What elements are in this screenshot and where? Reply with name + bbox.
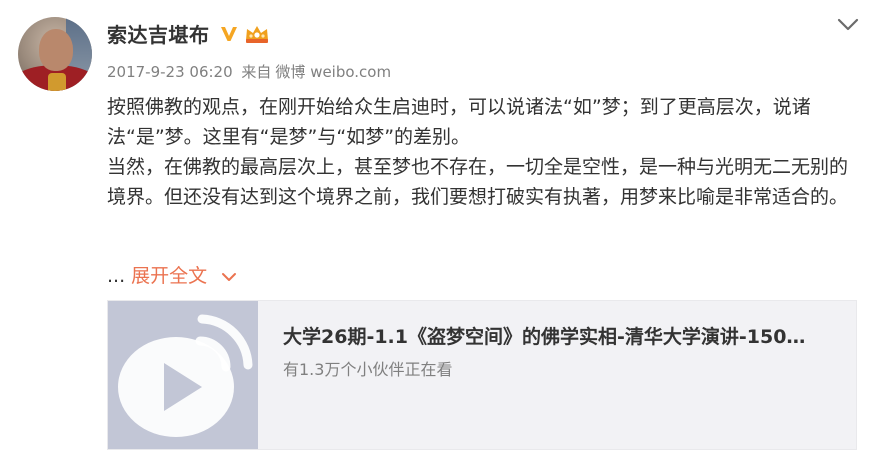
expand-row: ... 展开全文 — [107, 262, 237, 290]
ellipsis: ... — [107, 265, 126, 287]
avatar[interactable] — [18, 17, 92, 91]
chevron-down-icon — [222, 272, 237, 281]
post-meta: 2017-9-23 06:20 来自 微博 weibo.com — [107, 62, 395, 82]
video-card[interactable]: 大学26期-1.1《盗梦空间》的佛学实相-清华大学演讲-150… 有1.3万个小… — [107, 300, 857, 450]
verified-v-icon[interactable] — [220, 25, 238, 43]
post-paragraph: 当然，在佛教的最高层次上，甚至梦也不存在，一切全是空性，是一种与光明无二无别的境… — [107, 156, 849, 208]
weibo-video-play-icon — [118, 314, 253, 437]
source-prefix: 来自 — [241, 63, 272, 81]
video-thumbnail[interactable] — [108, 301, 258, 449]
timestamp[interactable]: 2017-9-23 06:20 — [107, 63, 233, 81]
post-paragraph: 按照佛教的观点，在刚开始给众生启迪时，可以说诸法“如”梦；到了更高层次，说诸法“… — [107, 96, 811, 148]
source-link[interactable]: 微博 weibo.com — [275, 63, 391, 81]
post-text: 按照佛教的观点，在刚开始给众生启迪时，可以说诸法“如”梦；到了更高层次，说诸法“… — [107, 92, 859, 212]
user-name[interactable]: 索达吉堪布 — [107, 21, 210, 49]
video-title[interactable]: 大学26期-1.1《盗梦空间》的佛学实相-清华大学演讲-150… — [283, 323, 843, 351]
vip-crown-icon[interactable] — [244, 23, 270, 45]
expand-label: 展开全文 — [131, 265, 208, 287]
expand-full-text-link[interactable]: 展开全文 — [131, 265, 237, 287]
video-view-count: 有1.3万个小伙伴正在看 — [283, 360, 453, 379]
weibo-post-card: 索达吉堪布 2017-9-23 06:20 来自 微博 weibo.com 按照佛… — [0, 0, 871, 459]
chevron-down-icon[interactable] — [836, 14, 860, 34]
